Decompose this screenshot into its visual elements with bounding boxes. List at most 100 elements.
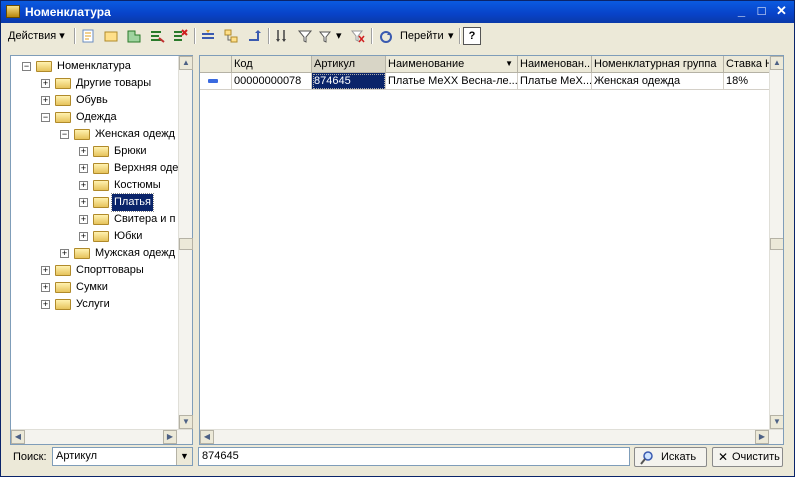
tree-item[interactable]: + Сумки <box>11 279 179 296</box>
row-marker[interactable] <box>200 73 232 90</box>
column-header[interactable]: Номенклатурная группа <box>592 56 724 73</box>
close-button[interactable]: ✕ <box>773 4 790 19</box>
tree-item-label: Услуги <box>76 298 110 310</box>
column-header[interactable]: Ставка Н <box>724 56 770 73</box>
expand-icon[interactable]: + <box>79 164 88 173</box>
scroll-right-icon[interactable]: ▶ <box>755 430 769 444</box>
actions-menu[interactable]: Действия ▾ <box>8 26 65 46</box>
app-icon <box>6 5 20 18</box>
table-vertical-scrollbar[interactable]: ▲ ▼ <box>769 56 783 429</box>
filter-menu[interactable]: ▾ <box>318 26 344 46</box>
tree-item[interactable]: + Услуги <box>11 296 179 313</box>
search-input[interactable]: 874645 <box>198 447 630 466</box>
table-cell[interactable]: 00000000078 <box>232 73 312 90</box>
title-bar: Номенклатура _ □ ✕ <box>1 1 794 23</box>
column-header-sorted[interactable]: Наименование ▼ <box>386 56 518 73</box>
tree-item[interactable]: + Верхняя оде <box>11 160 179 177</box>
tree-item[interactable]: − Женская одежд <box>11 126 179 143</box>
tree-item[interactable]: + Обувь <box>11 92 179 109</box>
column-header[interactable]: Наименован... <box>518 56 592 73</box>
column-header-label: Наименование <box>388 58 465 70</box>
help-button[interactable]: ? <box>463 27 481 45</box>
folder-icon <box>93 180 109 191</box>
collapse-icon[interactable]: − <box>60 130 69 139</box>
table-cell[interactable]: 18% <box>724 73 770 90</box>
filter-icon[interactable] <box>297 28 313 44</box>
tree-item-label: Сумки <box>76 281 108 293</box>
column-header[interactable]: Код <box>232 56 312 73</box>
search-field-value: Артикул <box>56 450 98 462</box>
expand-icon[interactable]: + <box>41 79 50 88</box>
collapse-icon[interactable]: − <box>41 113 50 122</box>
item-icon <box>208 79 218 83</box>
tree-item[interactable]: + Юбки <box>11 228 179 245</box>
scroll-down-icon[interactable]: ▼ <box>179 415 193 429</box>
expand-icon[interactable]: + <box>60 249 69 258</box>
tree-item-selected[interactable]: + Платья <box>11 193 179 212</box>
folder-icon <box>55 299 71 310</box>
folder-icon <box>55 112 71 123</box>
folder-icon <box>93 146 109 157</box>
table-cell[interactable]: Платье МеХ... <box>518 73 592 90</box>
scroll-thumb[interactable] <box>770 238 783 250</box>
tree-horizontal-scrollbar[interactable]: ◀ ▶ <box>11 429 192 444</box>
refresh-icon[interactable] <box>246 28 262 44</box>
hierarchy-icon[interactable] <box>223 28 239 44</box>
scroll-up-icon[interactable]: ▲ <box>179 56 193 70</box>
table-cell[interactable]: Женская одежда <box>592 73 724 90</box>
table-horizontal-scrollbar[interactable]: ◀ ▶ <box>200 429 783 444</box>
tree-root[interactable]: − Номенклатура <box>11 58 179 75</box>
scroll-down-icon[interactable]: ▼ <box>770 415 783 429</box>
toolbar: Действия ▾ ▾ Перейти ▾ ? <box>4 25 791 47</box>
actions-label: Действия <box>8 30 57 42</box>
tree-vertical-scrollbar[interactable]: ▲ ▼ <box>178 56 193 429</box>
search-field-select[interactable]: Артикул ▼ <box>52 447 193 466</box>
maximize-button[interactable]: □ <box>753 4 770 19</box>
folder-icon <box>55 282 71 293</box>
expand-icon[interactable]: + <box>41 96 50 105</box>
clear-filter-icon[interactable] <box>350 28 366 44</box>
chevron-down-icon: ▾ <box>448 30 454 42</box>
expand-icon[interactable]: + <box>41 283 50 292</box>
collapse-icon[interactable]: − <box>22 62 31 71</box>
expand-icon[interactable]: + <box>79 181 88 190</box>
expand-icon[interactable]: + <box>41 300 50 309</box>
tree-item-label: Платья <box>111 193 154 212</box>
expand-icon[interactable]: + <box>79 215 88 224</box>
search-icon <box>640 451 653 465</box>
expand-icon[interactable]: + <box>41 266 50 275</box>
table-cell-selected[interactable]: 874645 <box>312 73 386 90</box>
add-group-icon[interactable] <box>103 28 119 44</box>
items-table: Код Артикул Наименование ▼ Наименован... … <box>199 55 784 445</box>
tree-item[interactable]: + Костюмы <box>11 177 179 194</box>
edit-icon[interactable] <box>149 28 165 44</box>
window: Номенклатура _ □ ✕ Действия ▾ ▾ Перейти ▾… <box>0 0 795 477</box>
column-header-active[interactable]: Артикул <box>312 56 386 73</box>
scroll-right-icon[interactable]: ▶ <box>163 430 177 444</box>
tree-item[interactable]: + Другие товары <box>11 75 179 92</box>
goto-menu[interactable]: Перейти ▾ <box>378 26 456 46</box>
tree-item[interactable]: + Мужская одежд <box>11 245 179 262</box>
folder-icon <box>93 214 109 225</box>
find-button[interactable]: Искать <box>634 447 707 467</box>
chevron-down-icon[interactable]: ▼ <box>176 448 192 465</box>
tree-item[interactable]: − Одежда <box>11 109 179 126</box>
sort-icon[interactable] <box>274 28 290 44</box>
copy-icon[interactable] <box>126 28 142 44</box>
scroll-up-icon[interactable]: ▲ <box>770 56 783 70</box>
minimize-button[interactable]: _ <box>733 4 750 19</box>
delete-icon[interactable] <box>172 28 188 44</box>
scroll-left-icon[interactable]: ◀ <box>11 430 25 444</box>
tree-item[interactable]: + Брюки <box>11 143 179 160</box>
tree-item[interactable]: + Спорттовары <box>11 262 179 279</box>
expand-icon[interactable]: + <box>79 198 88 207</box>
table-cell[interactable]: Платье МеХХ Весна-ле... <box>386 73 518 90</box>
expand-icon[interactable]: + <box>79 232 88 241</box>
tree-item[interactable]: + Свитера и п <box>11 211 179 228</box>
clear-button[interactable]: ✕ Очистить <box>712 447 783 467</box>
level-icon[interactable] <box>200 28 216 44</box>
scroll-thumb[interactable] <box>179 238 193 250</box>
add-icon[interactable] <box>80 28 96 44</box>
expand-icon[interactable]: + <box>79 147 88 156</box>
scroll-left-icon[interactable]: ◀ <box>200 430 214 444</box>
